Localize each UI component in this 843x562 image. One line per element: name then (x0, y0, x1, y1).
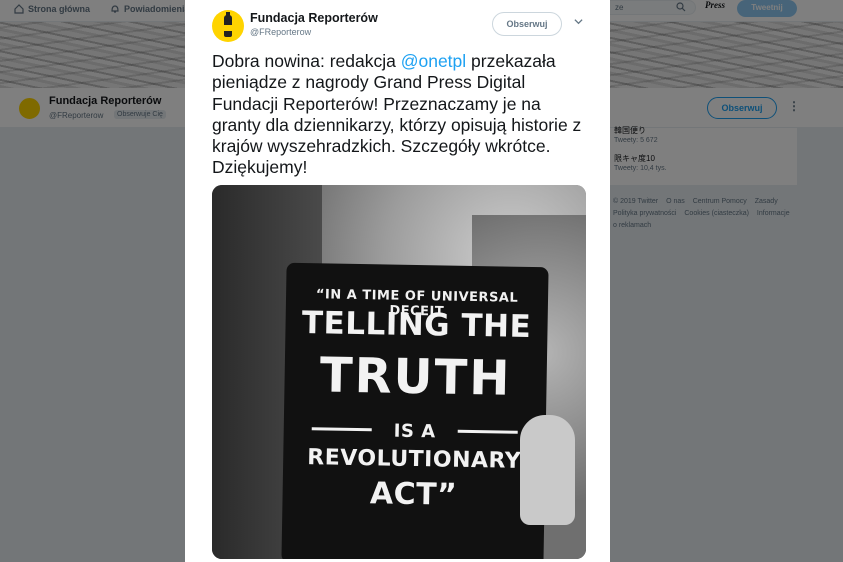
follow-button[interactable]: Obserwuj (492, 12, 562, 36)
tweet-image[interactable]: “IN A TIME OF UNIVERSAL DECEIT TELLING T… (212, 185, 586, 559)
hand-thumb (520, 415, 575, 525)
tweet-text: Dobra nowina: redakcja @onetpl przekazał… (212, 51, 582, 178)
image-text-line: IS A (393, 420, 436, 443)
tweet-modal: Fundacja Reporterów @FReporterow Obserwu… (185, 0, 610, 562)
tweet-author-handle[interactable]: @FReporterow (250, 27, 311, 37)
quote-magnet: “IN A TIME OF UNIVERSAL DECEIT TELLING T… (281, 262, 549, 559)
image-text-line: ACT” (369, 476, 458, 513)
tweet-author-name[interactable]: Fundacja Reporterów (250, 11, 378, 25)
tweet-avatar[interactable] (212, 10, 244, 42)
image-text-line: REVOLUTIONARY (307, 445, 522, 474)
chevron-down-icon[interactable] (574, 17, 583, 26)
image-text-line: TRUTH (319, 347, 512, 407)
mention-link[interactable]: @onetpl (401, 51, 466, 71)
image-text-line: TELLING THE (301, 305, 532, 346)
